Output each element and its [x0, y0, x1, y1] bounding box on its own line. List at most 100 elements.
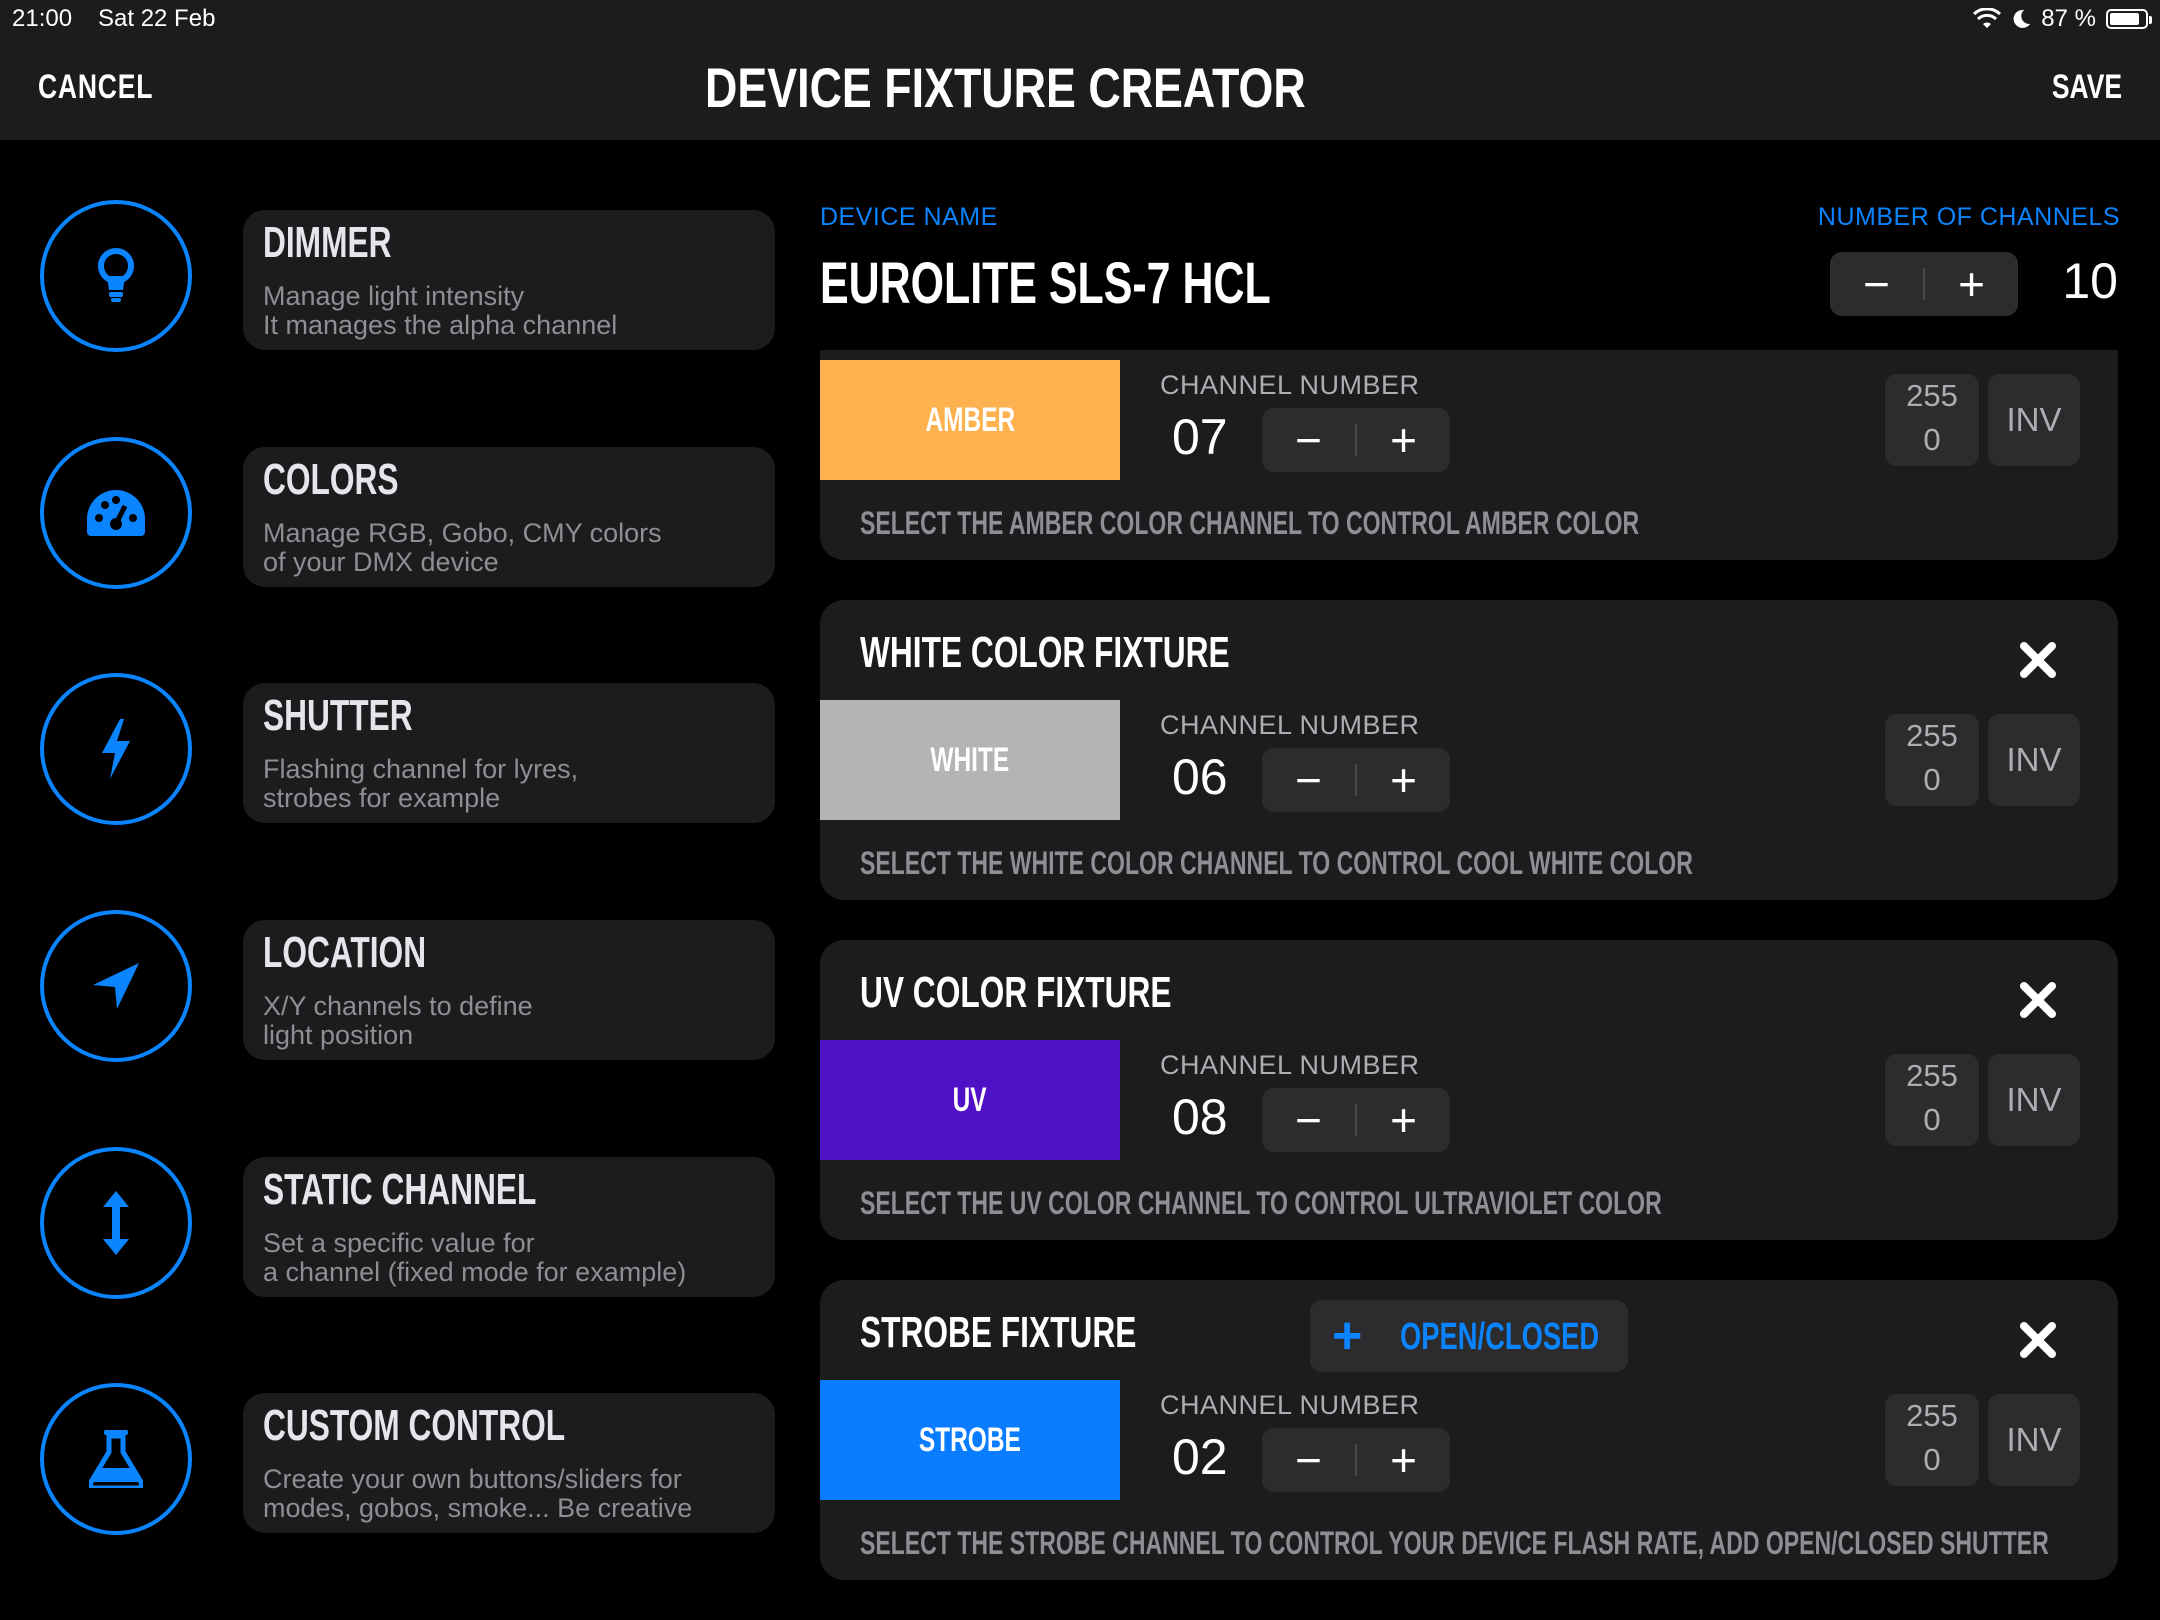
sidebar-card: SHUTTER Flashing channel for lyres, strob…	[243, 683, 775, 823]
channel-count: 10	[2062, 253, 2118, 309]
fixture-card-white: WHITE COLOR FIXTURE WHITE CHANNEL NUMBER…	[820, 600, 2118, 900]
swatch-label: AMBER	[925, 400, 1015, 439]
sidebar-item-dimmer[interactable]: DIMMER Manage light intensity It manages …	[40, 200, 775, 360]
desc-line-1: Create your own buttons/sliders for	[263, 1464, 682, 1494]
sidebar-item-colors[interactable]: COLORS Manage RGB, Gobo, CMY colors of yo…	[40, 437, 775, 597]
desc-line-2: It manages the alpha channel	[263, 310, 618, 340]
custom-control-circle	[40, 1383, 192, 1535]
vertical-arrows-icon	[103, 1191, 129, 1255]
fixture-swatch[interactable]: WHITE	[820, 700, 1120, 820]
sidebar-item-desc: Set a specific value for a channel (fixed…	[263, 1229, 686, 1287]
fixture-description: SELECT THE WHITE COLOR CHANNEL TO CONTRO…	[860, 845, 1693, 881]
fixture-swatch[interactable]: UV	[820, 1040, 1120, 1160]
sidebar-item-desc: X/Y channels to define light position	[263, 992, 533, 1050]
sidebar-item-title: STATIC CHANNEL	[263, 1165, 537, 1214]
dimmer-circle	[40, 200, 192, 352]
shutter-circle	[40, 673, 192, 825]
sidebar-item-desc: Flashing channel for lyres, strobes for e…	[263, 755, 578, 813]
lightbulb-icon	[98, 248, 134, 302]
channel-increment-button[interactable]: +	[1357, 748, 1450, 812]
channel-decrement-button[interactable]: −	[1262, 1428, 1355, 1492]
sidebar-item-location[interactable]: LOCATION X/Y channels to define light pos…	[40, 910, 775, 1070]
sidebar-item-desc: Create your own buttons/sliders for modes…	[263, 1465, 692, 1523]
location-circle	[40, 910, 192, 1062]
swatch-label: WHITE	[930, 740, 1010, 779]
invert-button[interactable]: INV	[1988, 714, 2080, 806]
status-date: Sat 22 Feb	[98, 5, 216, 32]
device-name-label: DEVICE NAME	[820, 203, 998, 231]
fixture-card-amber: AMBER CHANNEL NUMBER 07 − + 255 0 INV SEL…	[820, 350, 2118, 560]
range-min: 0	[1923, 422, 1941, 457]
colors-circle	[40, 437, 192, 589]
channel-stepper: − +	[1262, 748, 1450, 812]
sidebar-item-static-channel[interactable]: STATIC CHANNEL Set a specific value for a…	[40, 1147, 775, 1307]
range-max: 255	[1906, 1058, 1958, 1093]
sidebar-card: DIMMER Manage light intensity It manages …	[243, 210, 775, 350]
flask-icon	[89, 1430, 143, 1488]
fixture-description: SELECT THE STROBE CHANNEL TO CONTROL YOU…	[860, 1525, 2049, 1561]
battery-icon	[2106, 9, 2152, 29]
invert-button[interactable]: INV	[1988, 1394, 2080, 1486]
channel-decrement-button[interactable]: −	[1262, 748, 1355, 812]
desc-line-2: strobes for example	[263, 783, 501, 813]
invert-button[interactable]: INV	[1988, 1054, 2080, 1146]
close-icon[interactable]	[2018, 640, 2058, 680]
channel-decrement-button[interactable]: −	[1262, 1088, 1355, 1152]
range-min: 0	[1923, 1442, 1941, 1477]
channels-stepper: − +	[1830, 252, 2018, 316]
range-max: 255	[1906, 1398, 1958, 1433]
channel-number-label: CHANNEL NUMBER	[1160, 710, 1420, 740]
channel-increment-button[interactable]: +	[1357, 408, 1450, 472]
value-range-button[interactable]: 255 0	[1885, 1394, 1979, 1486]
sidebar-item-title: COLORS	[263, 455, 399, 504]
channels-label: NUMBER OF CHANNELS	[1817, 203, 2120, 231]
fixture-swatch[interactable]: STROBE	[820, 1380, 1120, 1500]
sidebar-item-title: SHUTTER	[263, 691, 413, 740]
sidebar-item-custom-control[interactable]: CUSTOM CONTROL Create your own buttons/s…	[40, 1383, 775, 1543]
device-name-field[interactable]: EUROLITE SLS-7 HCL	[820, 250, 1271, 317]
desc-line-1: Manage light intensity	[263, 281, 525, 311]
range-max: 255	[1906, 378, 1958, 413]
plus-icon: +	[1332, 1307, 1363, 1365]
close-icon[interactable]	[2018, 980, 2058, 1020]
desc-line-1: X/Y channels to define	[263, 991, 533, 1021]
channel-number-label: CHANNEL NUMBER	[1160, 1050, 1420, 1080]
swatch-label: STROBE	[918, 1420, 1022, 1459]
channel-number-label: CHANNEL NUMBER	[1160, 370, 1420, 400]
fixture-swatch[interactable]: AMBER	[820, 360, 1120, 480]
channels-decrement-button[interactable]: −	[1830, 252, 1923, 316]
channel-stepper: − +	[1262, 1428, 1450, 1492]
value-range-button[interactable]: 255 0	[1885, 714, 1979, 806]
channel-increment-button[interactable]: +	[1357, 1428, 1450, 1492]
channel-decrement-button[interactable]: −	[1262, 408, 1355, 472]
save-button[interactable]: SAVE	[2052, 68, 2122, 107]
add-open-closed-button[interactable]: + OPEN/CLOSED	[1310, 1300, 1628, 1372]
channels-increment-button[interactable]: +	[1925, 252, 2018, 316]
desc-line-1: Set a specific value for	[263, 1228, 535, 1258]
sidebar-card: CUSTOM CONTROL Create your own buttons/s…	[243, 1393, 775, 1533]
static-channel-circle	[40, 1147, 192, 1299]
sidebar-card: STATIC CHANNEL Set a specific value for a…	[243, 1157, 775, 1297]
sidebar-item-title: CUSTOM CONTROL	[263, 1401, 566, 1450]
desc-line-2: of your DMX device	[263, 547, 499, 577]
close-icon[interactable]	[2018, 1320, 2058, 1360]
value-range-button[interactable]: 255 0	[1885, 374, 1979, 466]
palette-icon	[87, 490, 145, 536]
sidebar-card: COLORS Manage RGB, Gobo, CMY colors of yo…	[243, 447, 775, 587]
moon-icon	[2013, 9, 2031, 28]
channel-stepper: − +	[1262, 1088, 1450, 1152]
desc-line-2: modes, gobos, smoke... Be creative	[263, 1493, 693, 1523]
desc-line-2: light position	[263, 1020, 414, 1050]
value-range-button[interactable]: 255 0	[1885, 1054, 1979, 1146]
sidebar-item-shutter[interactable]: SHUTTER Flashing channel for lyres, strob…	[40, 673, 775, 833]
page-title-text: DEVICE FIXTURE CREATOR	[704, 56, 1306, 119]
sidebar-card: LOCATION X/Y channels to define light pos…	[243, 920, 775, 1060]
invert-button[interactable]: INV	[1988, 374, 2080, 466]
swatch-label: UV	[952, 1080, 987, 1119]
channel-number-value: 06	[1172, 749, 1228, 805]
channel-increment-button[interactable]: +	[1357, 1088, 1450, 1152]
location-arrow-icon	[93, 963, 139, 1009]
navigation-bar: 21:00 Sat 22 Feb 87 % CANCEL DEVICE FIXT…	[0, 0, 2160, 140]
battery-percent: 87 %	[2041, 5, 2096, 32]
fixture-description: SELECT THE AMBER COLOR CHANNEL TO CONTRO…	[860, 505, 1640, 541]
